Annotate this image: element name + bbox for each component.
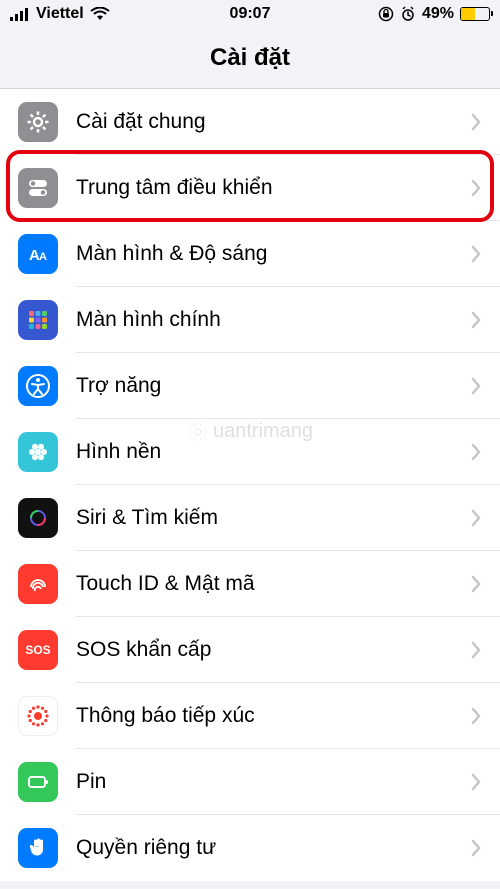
- chevron-right-icon: [470, 113, 482, 131]
- chevron-right-icon: [470, 641, 482, 659]
- status-bar-right: 49%: [378, 5, 490, 23]
- settings-row-general[interactable]: Cài đặt chung: [0, 89, 500, 155]
- page-title: Cài đặt: [210, 44, 290, 72]
- row-label: Màn hình & Độ sáng: [76, 242, 470, 266]
- settings-row-display[interactable]: AA Màn hình & Độ sáng: [0, 221, 500, 287]
- svg-text:A: A: [39, 251, 47, 263]
- orientation-lock-icon: [378, 6, 394, 22]
- row-label: Touch ID & Mật mã: [76, 572, 470, 596]
- row-label: Cài đặt chung: [76, 110, 470, 134]
- accessibility-icon: [18, 366, 58, 406]
- chevron-right-icon: [470, 443, 482, 461]
- chevron-right-icon: [470, 245, 482, 263]
- settings-list: Cài đặt chung Trung tâm điều khiển AA Màn h…: [0, 89, 500, 881]
- settings-row-home-screen[interactable]: Màn hình chính: [0, 287, 500, 353]
- exposure-icon: [18, 696, 58, 736]
- settings-row-sos[interactable]: SOS SOS khẩn cấp: [0, 617, 500, 683]
- battery-percent-label: 49%: [422, 5, 454, 23]
- status-bar-left: Viettel: [10, 5, 110, 23]
- apps-grid-icon: [18, 300, 58, 340]
- row-label: Màn hình chính: [76, 308, 470, 332]
- battery-icon: [460, 7, 490, 21]
- chevron-right-icon: [470, 773, 482, 791]
- clock-label: 09:07: [230, 5, 271, 23]
- row-label: SOS khẩn cấp: [76, 638, 470, 662]
- chevron-right-icon: [470, 509, 482, 527]
- chevron-right-icon: [470, 377, 482, 395]
- gear-icon: [18, 102, 58, 142]
- settings-row-control-center[interactable]: Trung tâm điều khiển: [0, 155, 500, 221]
- chevron-right-icon: [470, 179, 482, 197]
- chevron-right-icon: [470, 839, 482, 857]
- siri-icon: [18, 498, 58, 538]
- chevron-right-icon: [470, 707, 482, 725]
- screen: Viettel 09:07 49% Cài đặt Cài đặt chung T…: [0, 0, 500, 889]
- row-label: Trợ năng: [76, 374, 470, 398]
- settings-row-battery[interactable]: Pin: [0, 749, 500, 815]
- chevron-right-icon: [470, 575, 482, 593]
- alarm-icon: [400, 6, 416, 22]
- fingerprint-icon: [18, 564, 58, 604]
- settings-row-touch-id[interactable]: Touch ID & Mật mã: [0, 551, 500, 617]
- row-label: Trung tâm điều khiển: [76, 176, 470, 200]
- row-label: Thông báo tiếp xúc: [76, 704, 470, 728]
- carrier-label: Viettel: [36, 5, 84, 23]
- hand-icon: [18, 828, 58, 868]
- cellular-icon: [10, 7, 30, 21]
- row-label: Siri & Tìm kiếm: [76, 506, 470, 530]
- row-label: Pin: [76, 770, 470, 794]
- settings-row-wallpaper[interactable]: Hình nền: [0, 419, 500, 485]
- row-label: Quyền riêng tư: [76, 836, 470, 860]
- flower-icon: [18, 432, 58, 472]
- settings-row-exposure[interactable]: Thông báo tiếp xúc: [0, 683, 500, 749]
- row-label: Hình nền: [76, 440, 470, 464]
- text-size-icon: AA: [18, 234, 58, 274]
- sos-icon: SOS: [18, 630, 58, 670]
- status-bar: Viettel 09:07 49%: [0, 0, 500, 28]
- chevron-right-icon: [470, 311, 482, 329]
- svg-text:SOS: SOS: [25, 643, 50, 657]
- switches-icon: [18, 168, 58, 208]
- battery-icon: [18, 762, 58, 802]
- wifi-icon: [90, 7, 110, 21]
- settings-row-siri[interactable]: Siri & Tìm kiếm: [0, 485, 500, 551]
- settings-row-privacy[interactable]: Quyền riêng tư: [0, 815, 500, 881]
- settings-row-accessibility[interactable]: Trợ năng: [0, 353, 500, 419]
- nav-bar: Cài đặt: [0, 28, 500, 88]
